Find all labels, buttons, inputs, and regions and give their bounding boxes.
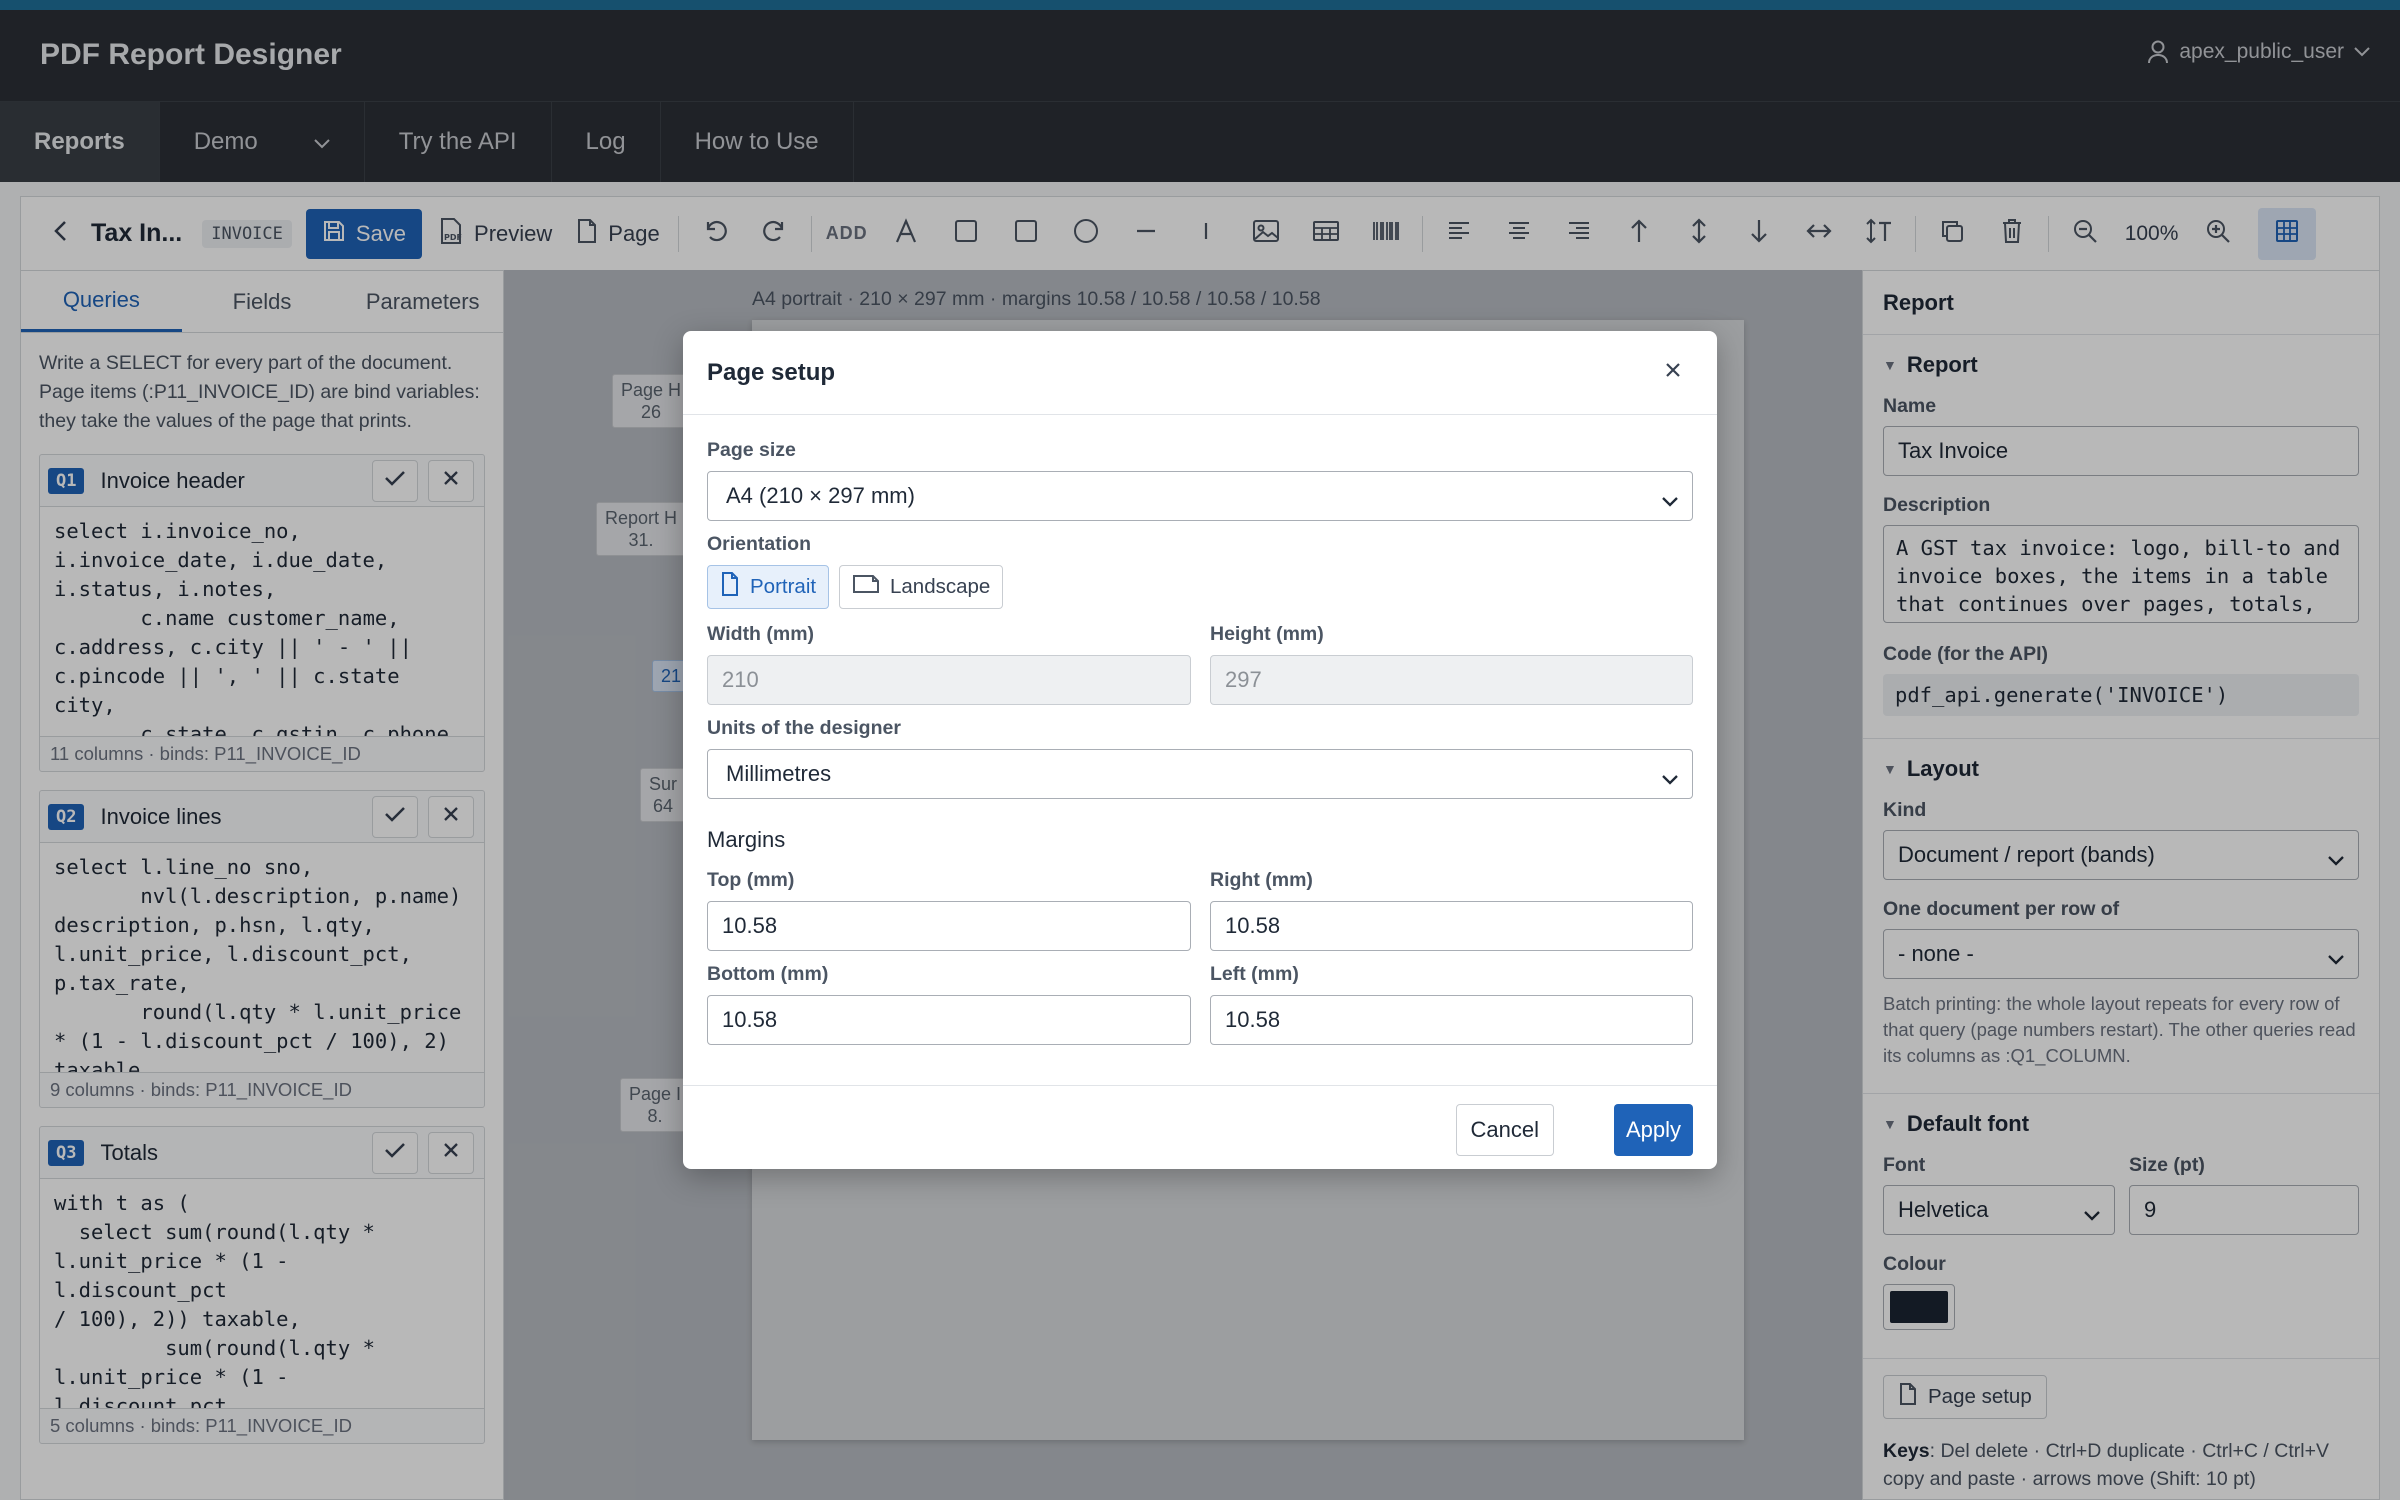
dialog-title: Page setup [707, 358, 836, 386]
bottom-margin-label: Bottom (mm) [707, 963, 829, 985]
close-icon [1664, 361, 1682, 384]
units-label: Units of the designer [707, 717, 901, 739]
bottom-margin-input[interactable]: 10.58 [707, 995, 1191, 1045]
orientation-portrait-button[interactable]: Portrait [707, 565, 830, 609]
left-margin-input[interactable]: 10.58 [1210, 995, 1693, 1045]
width-input: 210 [707, 655, 1191, 705]
right-margin-input[interactable]: 10.58 [1210, 901, 1693, 951]
landscape-label: Landscape [890, 575, 991, 598]
units-select[interactable]: Millimetres [707, 749, 1693, 799]
page-size-label: Page size [707, 439, 796, 461]
page-size-select[interactable]: A4 (210 × 297 mm) [707, 471, 1693, 521]
orientation-landscape-button[interactable]: Landscape [839, 565, 1004, 609]
height-label: Height (mm) [1210, 623, 1324, 645]
page-size-value: A4 (210 × 297 mm) [726, 483, 915, 508]
dialog-close-button[interactable] [1653, 353, 1693, 393]
apply-button[interactable]: Apply [1613, 1104, 1693, 1156]
portrait-page-icon [720, 571, 740, 603]
cancel-button[interactable]: Cancel [1455, 1104, 1554, 1156]
dialog-footer: Cancel Apply [683, 1085, 1717, 1169]
right-margin-label: Right (mm) [1210, 869, 1313, 891]
top-margin-label: Top (mm) [707, 869, 795, 891]
landscape-page-icon [852, 573, 880, 601]
top-margin-input[interactable]: 10.58 [707, 901, 1191, 951]
width-label: Width (mm) [707, 623, 815, 645]
left-margin-label: Left (mm) [1210, 963, 1299, 985]
portrait-label: Portrait [750, 575, 817, 598]
orientation-label: Orientation [707, 533, 812, 555]
height-input: 297 [1210, 655, 1693, 705]
page-setup-dialog: Page setup Page size A4 (210 × 297 mm) O… [683, 331, 1717, 1169]
margins-title: Margins [707, 827, 786, 852]
units-value: Millimetres [726, 761, 832, 786]
chevron-down-icon [1662, 765, 1678, 791]
chevron-down-icon [1662, 487, 1678, 513]
